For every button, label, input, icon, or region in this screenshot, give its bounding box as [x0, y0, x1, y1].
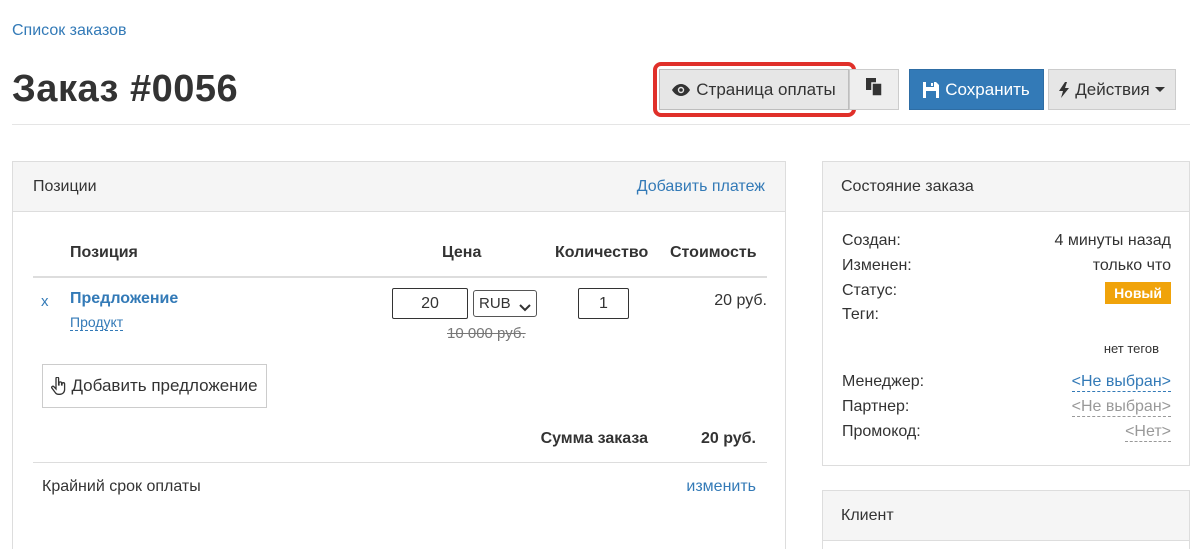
- total-divider: [33, 462, 767, 463]
- column-header-item: Позиция: [70, 244, 138, 261]
- actions-button-label: Действия: [1075, 79, 1150, 99]
- tags-row: Теги:: [842, 306, 1171, 330]
- column-header-qty: Количество: [555, 244, 649, 261]
- save-button-label: Сохранить: [945, 79, 1030, 99]
- save-button[interactable]: Сохранить: [909, 69, 1044, 110]
- add-offer-button-label: Добавить предложение: [71, 376, 258, 395]
- item-type-link[interactable]: Продукт: [70, 314, 124, 331]
- column-header-cost: Стоимость: [670, 244, 757, 261]
- promo-select-link[interactable]: <Нет>: [1125, 423, 1171, 442]
- price-input[interactable]: [392, 288, 468, 319]
- add-offer-button[interactable]: Добавить предложение: [42, 364, 267, 408]
- order-total-value: 20 руб.: [700, 430, 756, 447]
- tags-label: Теги:: [842, 306, 879, 323]
- order-total-label: Сумма заказа: [540, 430, 648, 447]
- bolt-icon: [1059, 81, 1070, 98]
- chevron-down-icon: [519, 299, 531, 316]
- actions-dropdown-button[interactable]: Действия: [1048, 69, 1176, 110]
- hand-pointer-icon: [51, 377, 67, 395]
- modified-row: Изменен: только что: [842, 257, 1171, 281]
- client-panel: Клиент: [822, 490, 1190, 549]
- order-status-panel: Состояние заказа Создан: 4 минуты назад …: [822, 161, 1190, 466]
- payment-page-button-label: Страница оплаты: [696, 79, 836, 99]
- change-deadline-link[interactable]: изменить: [686, 478, 756, 496]
- status-row: Статус: Новый: [842, 282, 1171, 306]
- manager-select-link[interactable]: <Не выбран>: [1071, 373, 1171, 392]
- currency-select-value: RUB: [479, 295, 511, 312]
- currency-select[interactable]: RUB: [473, 290, 537, 317]
- items-panel: Позиции Добавить платеж Позиция Цена Кол…: [12, 161, 786, 549]
- quantity-input[interactable]: [578, 288, 629, 319]
- status-panel-heading: Состояние заказа: [823, 162, 1189, 212]
- partner-row: Партнер: <Не выбран>: [842, 398, 1171, 422]
- column-header-price: Цена: [442, 244, 482, 261]
- modified-label: Изменен:: [842, 257, 912, 274]
- item-cost: 20 руб.: [714, 292, 767, 309]
- table-header-divider: [33, 276, 767, 278]
- floppy-icon: [923, 81, 940, 98]
- status-panel-title: Состояние заказа: [841, 177, 974, 195]
- payment-deadline-label: Крайний срок оплаты: [42, 478, 201, 495]
- add-payment-link[interactable]: Добавить платеж: [637, 178, 765, 196]
- header-divider: [12, 124, 1190, 125]
- toolbar: Страница оплаты Сохранить Действия: [0, 69, 1200, 111]
- promo-row: Промокод: <Нет>: [842, 423, 1171, 447]
- client-panel-heading: Клиент: [823, 491, 1189, 541]
- created-row: Создан: 4 минуты назад: [842, 232, 1171, 256]
- promo-label: Промокод:: [842, 423, 921, 440]
- created-label: Создан:: [842, 232, 901, 249]
- old-price: 10 000 руб.: [447, 325, 526, 342]
- tags-value: нет тегов: [1103, 341, 1159, 356]
- manager-row: Менеджер: <Не выбран>: [842, 373, 1171, 397]
- manager-label: Менеджер:: [842, 373, 925, 390]
- items-panel-title: Позиции: [33, 177, 97, 195]
- copy-icon: [866, 78, 883, 101]
- copy-button[interactable]: [849, 69, 899, 110]
- eye-icon: [672, 83, 691, 96]
- item-name-link[interactable]: Предложение: [70, 290, 178, 308]
- remove-item-button[interactable]: x: [41, 293, 49, 310]
- breadcrumb[interactable]: Список заказов: [12, 22, 127, 40]
- partner-select-link[interactable]: <Не выбран>: [1071, 398, 1171, 417]
- items-panel-heading: Позиции Добавить платеж: [13, 162, 785, 212]
- payment-page-button[interactable]: Страница оплаты: [659, 69, 849, 110]
- created-value: 4 минуты назад: [1054, 232, 1171, 249]
- partner-label: Партнер:: [842, 398, 910, 415]
- modified-value: только что: [1092, 257, 1171, 274]
- client-panel-title: Клиент: [841, 506, 894, 524]
- caret-down-icon: [1154, 87, 1165, 92]
- status-label: Статус:: [842, 282, 898, 299]
- status-badge: Новый: [1105, 282, 1171, 304]
